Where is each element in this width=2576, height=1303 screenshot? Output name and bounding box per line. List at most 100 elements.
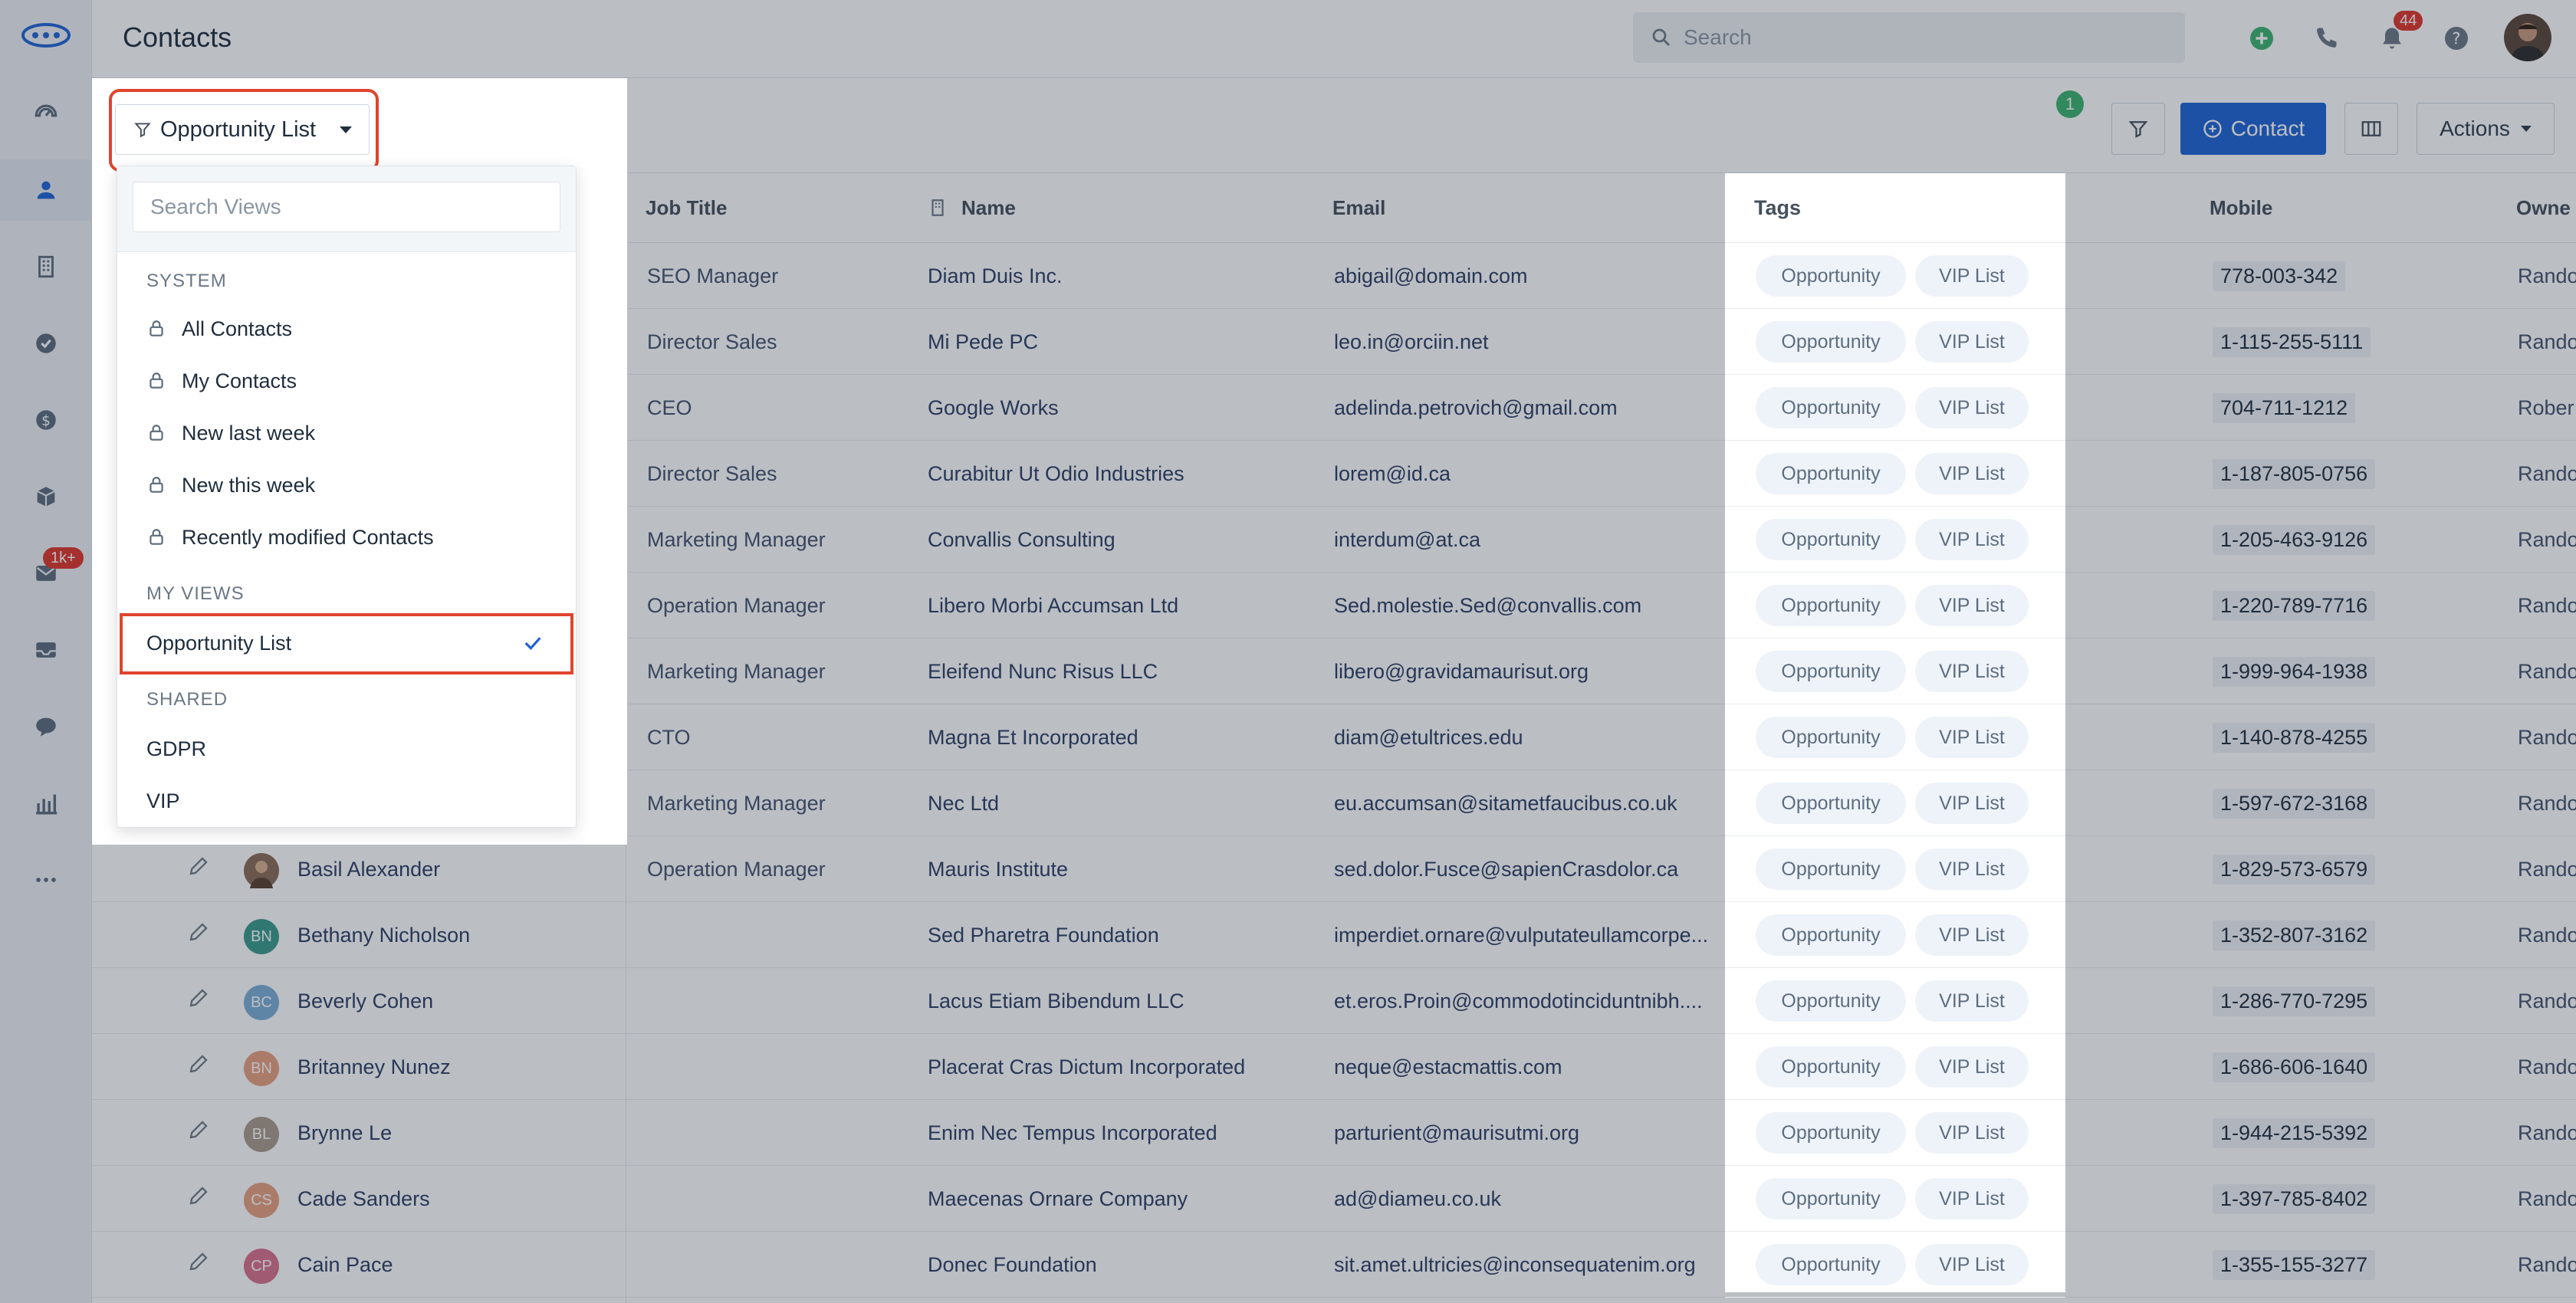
cell-mobile[interactable]: 1-999-964-1938: [2213, 638, 2376, 704]
tag-chip[interactable]: Opportunity: [1756, 1178, 1906, 1219]
tag-chip[interactable]: VIP List: [1915, 1178, 2029, 1219]
edit-icon[interactable]: [187, 1184, 210, 1207]
tag-chip[interactable]: Opportunity: [1756, 1244, 1906, 1285]
nav-mail[interactable]: 1k+: [0, 543, 92, 604]
global-search[interactable]: [1633, 12, 2185, 63]
header-job-title[interactable]: Job Title: [646, 173, 727, 242]
tag-chip[interactable]: Opportunity: [1756, 387, 1906, 428]
tag-chip[interactable]: Opportunity: [1756, 848, 1906, 890]
cell-company[interactable]: Donec Foundation: [928, 1232, 1097, 1298]
view-item-system[interactable]: New last week: [117, 407, 576, 459]
quick-add-button[interactable]: [2245, 21, 2279, 55]
tag-chip[interactable]: VIP List: [1915, 651, 2029, 692]
cell-mobile[interactable]: 1-115-255-5111: [2213, 309, 2371, 375]
cell-mobile[interactable]: 704-711-1212: [2213, 375, 2356, 441]
view-item-system[interactable]: New this week: [117, 459, 576, 511]
cell-mobile[interactable]: 1-397-785-8402: [2213, 1166, 2376, 1232]
nav-dashboard[interactable]: [0, 83, 92, 144]
table-row[interactable]: Basil Alexander Operation Manager Mauris I…: [92, 836, 2576, 902]
nav-chat[interactable]: [0, 696, 92, 757]
cell-company[interactable]: Sed Pharetra Foundation: [928, 902, 1159, 968]
cell-mobile[interactable]: 1-829-573-6579: [2213, 836, 2376, 902]
header-email[interactable]: Email: [1332, 173, 1385, 242]
tag-chip[interactable]: VIP List: [1915, 519, 2029, 560]
cell-mobile[interactable]: 1-944-215-5392: [2213, 1100, 2376, 1166]
filter-button[interactable]: [2111, 103, 2165, 155]
tag-chip[interactable]: VIP List: [1915, 453, 2029, 494]
cell-company[interactable]: Diam Duis Inc.: [928, 243, 1063, 309]
cell-mobile[interactable]: 1-352-807-3162: [2213, 902, 2376, 968]
tag-chip[interactable]: Opportunity: [1756, 980, 1906, 1022]
cell-mobile[interactable]: 1-205-463-9126: [2213, 507, 2376, 573]
tag-chip[interactable]: VIP List: [1915, 848, 2029, 890]
cell-company[interactable]: Google Works: [928, 375, 1059, 441]
header-owner[interactable]: Owne: [2516, 173, 2571, 242]
view-search-input[interactable]: [133, 182, 560, 232]
add-contact-button[interactable]: Contact: [2180, 103, 2326, 155]
tag-chip[interactable]: VIP List: [1915, 783, 2029, 824]
tag-chip[interactable]: Opportunity: [1756, 783, 1906, 824]
contact-name[interactable]: Bethany Nicholson: [297, 902, 470, 968]
nav-companies[interactable]: [0, 236, 92, 297]
cell-mobile[interactable]: 1-686-606-1640: [2213, 1034, 2376, 1100]
cell-mobile[interactable]: 1-220-789-7716: [2213, 573, 2376, 638]
edit-icon[interactable]: [187, 1250, 210, 1273]
global-search-input[interactable]: [1684, 25, 2144, 50]
header-tags[interactable]: Tags: [1754, 173, 1801, 242]
tag-chip[interactable]: VIP List: [1915, 585, 2029, 626]
cell-mobile[interactable]: 1-187-805-0756: [2213, 441, 2376, 507]
tag-chip[interactable]: VIP List: [1915, 717, 2029, 758]
cell-company[interactable]: Curabitur Ut Odio Industries: [928, 441, 1184, 507]
nav-deals[interactable]: $: [0, 389, 92, 451]
cell-mobile[interactable]: 1-140-878-4255: [2213, 704, 2376, 770]
table-row[interactable]: CS Cade Sanders Maecenas Ornare Company ad@…: [92, 1166, 2576, 1232]
cell-company[interactable]: Eleifend Nunc Risus LLC: [928, 638, 1158, 704]
nav-products[interactable]: [0, 466, 92, 527]
contact-name[interactable]: Brynne Le: [297, 1100, 392, 1166]
user-avatar[interactable]: [2504, 14, 2551, 61]
tag-chip[interactable]: VIP List: [1915, 980, 2029, 1022]
view-selector-button[interactable]: Opportunity List: [115, 104, 370, 155]
tag-chip[interactable]: Opportunity: [1756, 585, 1906, 626]
tag-chip[interactable]: Opportunity: [1756, 651, 1906, 692]
edit-icon[interactable]: [187, 855, 210, 878]
tag-chip[interactable]: Opportunity: [1756, 321, 1906, 363]
contact-name[interactable]: Cade Sanders: [297, 1166, 430, 1232]
view-item-system[interactable]: Recently modified Contacts: [117, 511, 576, 563]
cell-mobile[interactable]: 1-286-770-7295: [2213, 968, 2376, 1034]
view-item-system[interactable]: All Contacts: [117, 303, 576, 355]
nav-reports[interactable]: [0, 773, 92, 834]
tag-chip[interactable]: Opportunity: [1756, 453, 1906, 494]
actions-button[interactable]: Actions: [2417, 103, 2555, 155]
edit-icon[interactable]: [187, 1052, 210, 1075]
contact-name[interactable]: Britanney Nunez: [297, 1034, 451, 1100]
nav-tasks[interactable]: [0, 313, 92, 374]
cell-company[interactable]: Maecenas Ornare Company: [928, 1166, 1188, 1232]
view-item-vip[interactable]: VIP: [117, 775, 576, 827]
tag-chip[interactable]: VIP List: [1915, 321, 2029, 363]
view-item-gdpr[interactable]: GDPR: [117, 723, 576, 775]
cell-company[interactable]: Convallis Consulting: [928, 507, 1116, 573]
cell-company[interactable]: Nec Ltd: [928, 770, 999, 836]
help-button[interactable]: ?: [2440, 21, 2473, 55]
phone-button[interactable]: [2309, 21, 2343, 55]
edit-icon[interactable]: [187, 921, 210, 944]
nav-more[interactable]: [0, 849, 92, 911]
cell-company[interactable]: Magna Et Incorporated: [928, 704, 1138, 770]
cell-company[interactable]: Libero Morbi Accumsan Ltd: [928, 573, 1178, 638]
tag-chip[interactable]: VIP List: [1915, 914, 2029, 956]
tag-chip[interactable]: Opportunity: [1756, 717, 1906, 758]
view-item-system[interactable]: My Contacts: [117, 355, 576, 407]
contact-name[interactable]: Beverly Cohen: [297, 968, 433, 1034]
table-row[interactable]: BN Britanney Nunez Placerat Cras Dictum In…: [92, 1034, 2576, 1100]
logo-icon[interactable]: [20, 20, 72, 51]
nav-inbox[interactable]: [0, 619, 92, 681]
tag-chip[interactable]: Opportunity: [1756, 255, 1906, 297]
tag-chip[interactable]: VIP List: [1915, 387, 2029, 428]
contact-name[interactable]: Basil Alexander: [297, 836, 440, 902]
table-row[interactable]: BL Brynne Le Enim Nec Tempus Incorporated.…: [92, 1100, 2576, 1166]
table-row[interactable]: BN Bethany Nicholson Sed Pharetra Foundati…: [92, 902, 2576, 968]
cell-company[interactable]: Lacus Etiam Bibendum LLC: [928, 968, 1184, 1034]
header-name[interactable]: Name: [928, 173, 1016, 242]
nav-contacts[interactable]: [0, 159, 92, 221]
